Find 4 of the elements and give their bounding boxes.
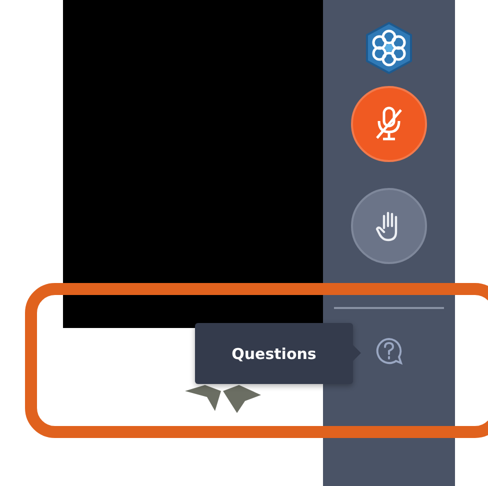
tooltip-text: Questions (232, 344, 316, 362)
microphone-icon (374, 106, 404, 142)
flower-logo-icon[interactable] (364, 22, 414, 74)
question-bubble-icon[interactable] (374, 336, 404, 366)
